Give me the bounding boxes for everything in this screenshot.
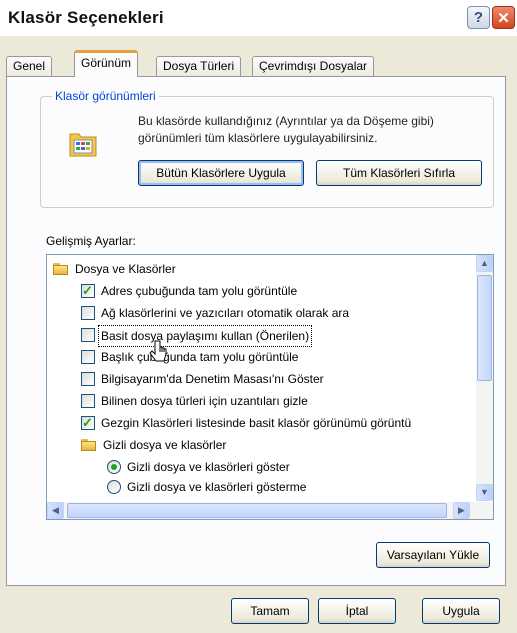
checkbox[interactable] — [81, 306, 95, 320]
tab-offline-files[interactable]: Çevrimdışı Dosyalar — [252, 56, 375, 76]
vertical-scroll-thumb[interactable] — [477, 275, 492, 381]
folder-view-icon — [69, 133, 97, 157]
radio-button[interactable] — [107, 480, 121, 494]
list-item-label: Dosya ve Klasörler — [75, 262, 176, 276]
folder-icon — [81, 439, 97, 451]
cancel-button[interactable]: İptal — [318, 598, 396, 624]
checkbox[interactable] — [81, 350, 95, 364]
scroll-down-icon[interactable]: ▼ — [476, 484, 493, 501]
scroll-right-icon[interactable]: ▶ — [453, 502, 470, 519]
mouse-cursor-icon — [149, 340, 167, 362]
folder-views-legend: Klasör görünümleri — [52, 89, 159, 103]
advanced-settings-label: Gelişmiş Ayarlar: — [46, 234, 136, 248]
list-item-label: Bilinen dosya türleri için uzantıları gi… — [101, 394, 308, 408]
checkbox[interactable] — [81, 328, 95, 342]
checkbox[interactable] — [81, 281, 95, 301]
help-button[interactable]: ? — [467, 6, 490, 29]
advanced-settings-list[interactable]: Dosya ve Klasörler Adres çubuğunda tam y… — [46, 254, 494, 520]
checkbox[interactable] — [81, 372, 95, 386]
list-item-label: Ağ klasörlerini ve yazıcıları otomatik o… — [101, 306, 350, 320]
checkbox[interactable] — [81, 413, 95, 433]
list-item-label: Bilgisayarım'da Denetim Masası'nı Göster — [101, 372, 324, 386]
list-item-label: Gizli dosya ve klasörler — [103, 438, 227, 452]
tab-view[interactable]: Görünüm — [74, 50, 139, 77]
list-item-label: Gezgin Klasörleri listesinde basit klasö… — [101, 416, 412, 430]
ok-button[interactable]: Tamam — [231, 598, 309, 624]
apply-button[interactable]: Uygula — [422, 598, 500, 624]
restore-defaults-button[interactable]: Varsayılanı Yükle — [376, 542, 490, 568]
horizontal-scrollbar[interactable]: ◀ ▶ — [47, 502, 493, 519]
folder-views-description: Bu klasörde kullandığınız (Ayrıntılar ya… — [138, 114, 434, 145]
checkbox[interactable] — [81, 394, 95, 408]
list-item-label: Başlık çubuğunda tam yolu görüntüle — [101, 350, 299, 364]
list-item-label: Basit dosya paylaşımı kullan (Önerilen) — [98, 325, 313, 347]
reset-all-folders-button[interactable]: Tüm Klasörleri Sıfırla — [316, 160, 482, 186]
horizontal-scroll-thumb[interactable] — [67, 503, 447, 518]
apply-to-all-folders-button[interactable]: Bütün Klasörlere Uygula — [138, 160, 304, 186]
close-button[interactable]: ✕ — [492, 6, 515, 29]
tab-file-types[interactable]: Dosya Türleri — [156, 56, 242, 76]
scroll-left-icon[interactable]: ◀ — [47, 502, 64, 519]
radio-button[interactable] — [107, 460, 121, 474]
window-title: Klasör Seçenekleri — [8, 8, 164, 27]
scroll-up-icon[interactable]: ▲ — [476, 255, 493, 272]
title-bar: Klasör Seçenekleri ? ✕ — [0, 0, 517, 36]
vertical-scrollbar[interactable]: ▲ ▼ — [476, 255, 493, 501]
list-item-label: Adres çubuğunda tam yolu görüntüle — [101, 284, 298, 298]
list-item-label: Gizli dosya ve klasörleri gösterme — [127, 480, 307, 494]
tab-general[interactable]: Genel — [6, 56, 53, 76]
folder-icon — [53, 263, 69, 275]
list-item-label: Gizli dosya ve klasörleri göster — [127, 460, 290, 474]
